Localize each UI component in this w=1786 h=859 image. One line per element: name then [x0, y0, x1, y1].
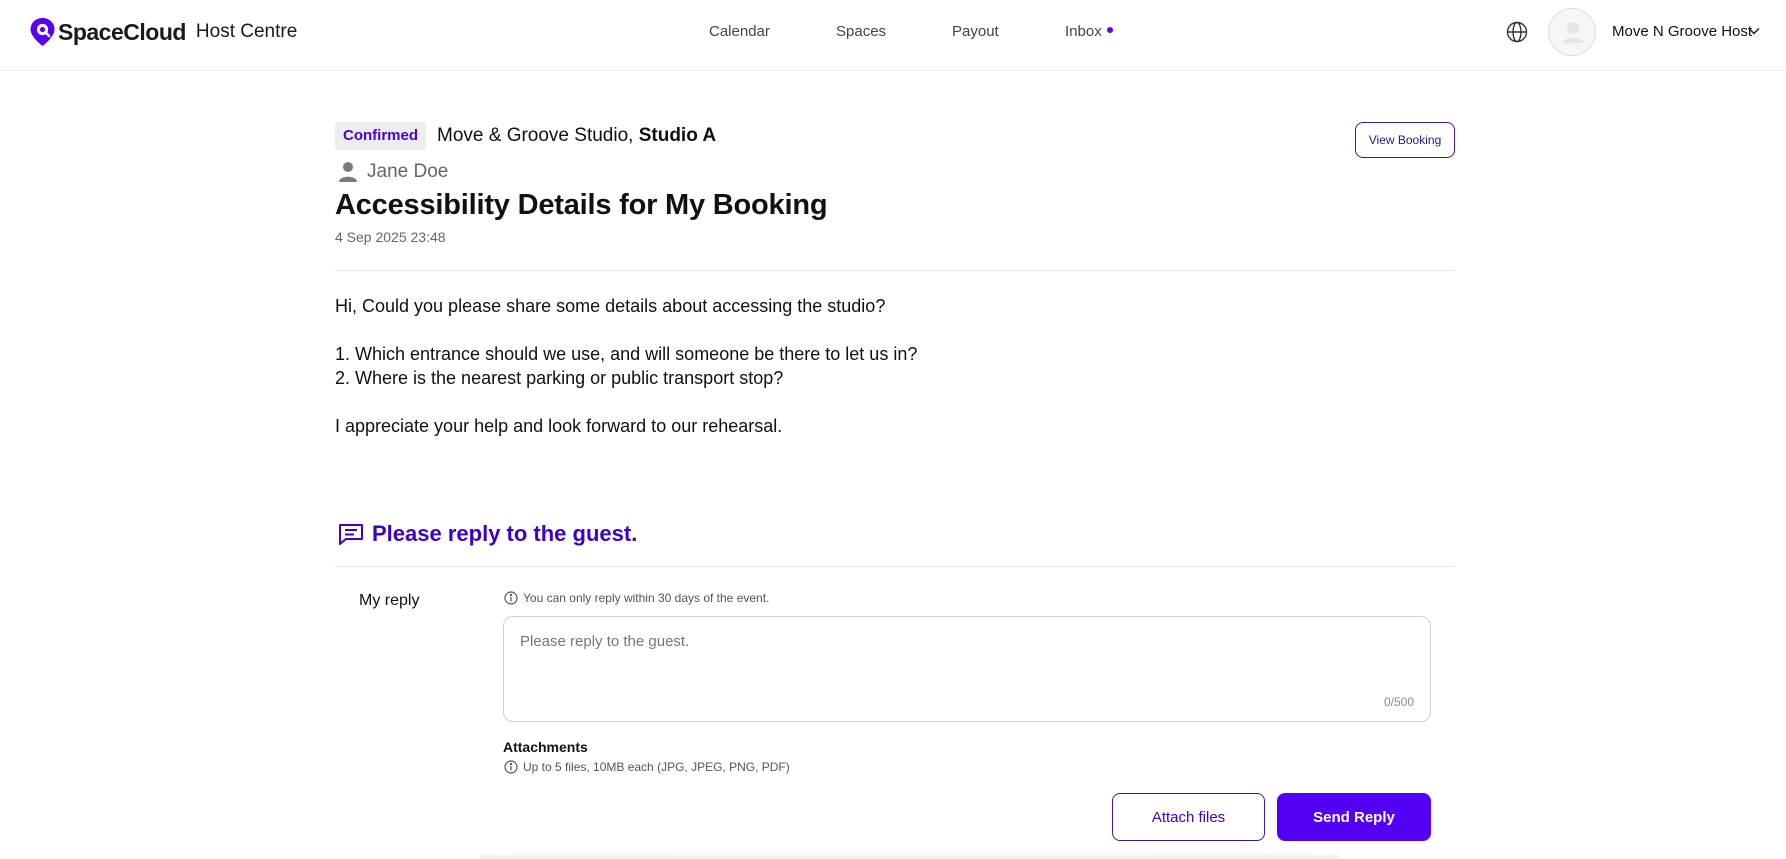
chevron-down-icon[interactable] [1748, 27, 1760, 35]
reply-box: 0/500 [503, 616, 1431, 722]
message-line: 1. Which entrance should we use, and wil… [335, 344, 918, 364]
host-account-name[interactable]: Move N Groove Host [1612, 23, 1752, 40]
attachments-hint-text: Up to 5 files, 10MB each (JPG, JPEG, PNG… [523, 760, 790, 774]
status-badge: Confirmed [335, 122, 426, 150]
avatar[interactable] [1548, 8, 1596, 56]
reply-notice-text: You can only reply within 30 days of the… [523, 591, 770, 605]
reply-section-title: Please reply to the guest. [372, 521, 638, 546]
venue-title: Move & Groove Studio, Studio A [437, 125, 716, 147]
attachments-hint: Up to 5 files, 10MB each (JPG, JPEG, PNG… [504, 760, 790, 774]
room-name: Studio A [638, 125, 717, 146]
view-booking-button[interactable]: View Booking [1355, 122, 1455, 158]
reply-notice: You can only reply within 30 days of the… [504, 591, 769, 605]
message-title: Accessibility Details for My Booking [335, 189, 828, 221]
person-icon [339, 162, 357, 182]
guest-info: Jane Doe [338, 161, 448, 183]
reply-input[interactable] [520, 633, 1400, 693]
attach-files-button[interactable]: Attach files [1112, 793, 1265, 841]
message-line: Hi, Could you please share some details … [335, 296, 886, 316]
globe-icon[interactable] [1506, 21, 1528, 43]
nav-calendar[interactable]: Calendar [709, 23, 770, 40]
attachments-title: Attachments [503, 739, 588, 755]
nav-payout[interactable]: Payout [952, 23, 999, 40]
inbox-unread-dot [1107, 27, 1113, 33]
info-icon [504, 760, 518, 774]
user-silhouette-icon [1562, 22, 1584, 43]
divider [335, 566, 1455, 567]
reply-section-header: Please reply to the guest. [338, 521, 637, 547]
top-header: SpaceCloud Host Centre Calendar Spaces P… [0, 0, 1786, 71]
scroll-shadow [480, 850, 1340, 859]
character-counter: 0/500 [1383, 695, 1414, 709]
send-reply-button[interactable]: Send Reply [1277, 793, 1431, 841]
divider [335, 270, 1455, 271]
guest-name: Jane Doe [367, 161, 449, 182]
nav-spaces[interactable]: Spaces [836, 23, 886, 40]
info-icon [504, 591, 518, 605]
my-reply-label: My reply [359, 592, 420, 609]
message-line: I appreciate your help and look forward … [335, 416, 783, 436]
nav-inbox[interactable]: Inbox [1065, 23, 1102, 40]
venue-name: Move & Groove Studio, [437, 125, 634, 146]
message-line: 2. Where is the nearest parking or publi… [335, 368, 784, 388]
message-date: 4 Sep 2025 23:48 [335, 229, 446, 245]
chat-bubble-icon [339, 524, 363, 545]
